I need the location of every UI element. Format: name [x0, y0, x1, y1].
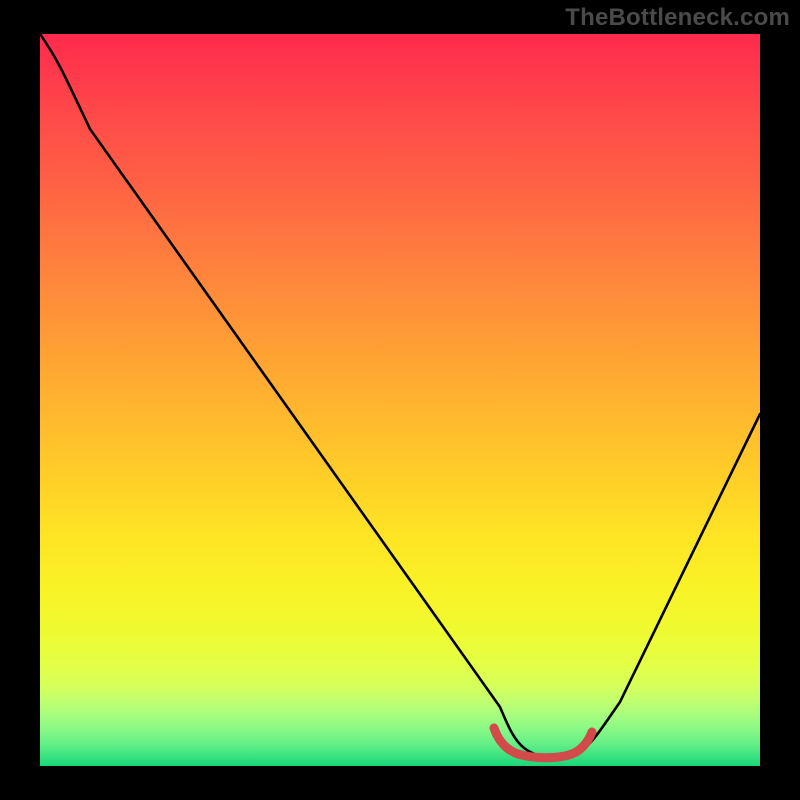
- watermark-text: TheBottleneck.com: [565, 4, 790, 32]
- bottleneck-curve: [40, 34, 760, 758]
- plot-area: [40, 34, 760, 766]
- curve-layer: [40, 34, 760, 766]
- chart-frame: TheBottleneck.com: [0, 0, 800, 800]
- optimal-zone-marker: [494, 728, 592, 758]
